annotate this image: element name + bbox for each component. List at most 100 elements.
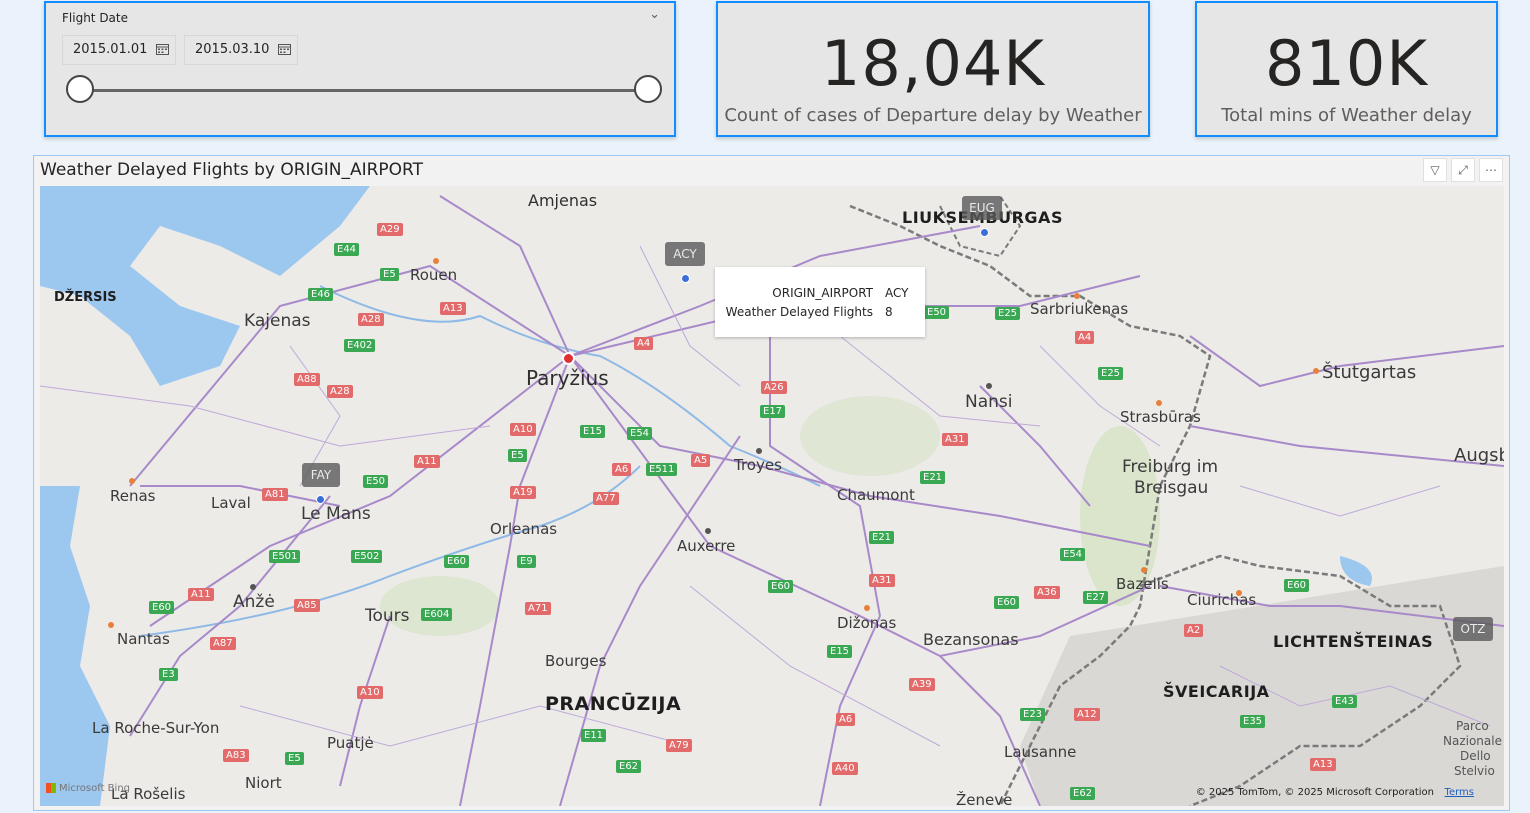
road-shield: A5 (691, 454, 711, 467)
road-shield: A26 (761, 381, 787, 394)
road-shield: E54 (627, 427, 653, 440)
city-dot (1074, 293, 1080, 299)
road-shield: E62 (1070, 787, 1096, 800)
place-label: Dello (1460, 749, 1491, 763)
place-label: Tours (365, 606, 410, 626)
map-visual: Weather Delayed Flights by ORIGIN_AIRPOR… (33, 155, 1510, 811)
airport-pin[interactable] (980, 228, 989, 237)
road-shield: E60 (149, 601, 175, 614)
place-label: Augsb (1454, 445, 1504, 466)
airport-marker[interactable]: OTZ (1453, 617, 1493, 641)
kpi-card-weather-delay-minutes: 810K Total mins of Weather delay (1195, 1, 1498, 137)
place-label: Strasbūras (1120, 408, 1201, 426)
map-canvas[interactable]: Amjenas Rouen Kajenas DŽERSIS Paryžius R… (40, 186, 1504, 806)
road-shield: E502 (351, 550, 383, 563)
airport-pin[interactable] (681, 274, 690, 283)
city-dot (1141, 567, 1147, 573)
place-label: Troyes (734, 456, 782, 474)
road-shield: A29 (377, 223, 403, 236)
city-dot (108, 622, 114, 628)
road-shield: A10 (510, 423, 536, 436)
map-tooltip: ORIGIN_AIRPORT ACY Weather Delayed Fligh… (715, 267, 925, 337)
road-shield: A4 (1075, 331, 1095, 344)
calendar-icon[interactable] (156, 44, 169, 55)
kpi-value: 18,04K (820, 27, 1046, 100)
end-date-value: 2015.03.10 (195, 42, 270, 57)
road-shield: E27 (1083, 591, 1109, 604)
road-shield: E501 (269, 550, 301, 563)
airport-marker[interactable]: FAY (302, 463, 340, 487)
city-dot (864, 605, 870, 611)
more-options-icon[interactable]: ⋯ (1479, 158, 1503, 182)
slider-handle-end[interactable] (634, 75, 662, 103)
terms-link[interactable]: Terms (1445, 787, 1474, 798)
road-shield: E35 (1240, 715, 1266, 728)
place-label: Lausanne (1004, 743, 1077, 761)
road-shield: A71 (525, 602, 551, 615)
airport-marker[interactable]: EUG (962, 196, 1002, 220)
city-dot (1236, 590, 1242, 596)
road-shield: E44 (334, 243, 360, 256)
place-label: Dižonas (837, 614, 897, 632)
place-label: Stelvio (1454, 764, 1495, 778)
slider-handle-start[interactable] (66, 75, 94, 103)
kpi-card-weather-delay-count: 18,04K Count of cases of Departure delay… (716, 1, 1150, 137)
road-shield: E3 (159, 668, 178, 681)
road-shield: A88 (294, 373, 320, 386)
place-label: Nazionale (1443, 734, 1502, 748)
place-label: Sarbriukenas (1030, 300, 1129, 318)
place-label: Renas (110, 487, 156, 505)
slicer-title: Flight Date (62, 11, 128, 25)
date-slicer: Flight Date ⌄ 2015.01.01 2015.03.10 (44, 1, 676, 137)
city-dot (1156, 400, 1162, 406)
road-shield: E604 (421, 608, 453, 621)
road-shield: E50 (363, 475, 389, 488)
road-shield: E9 (517, 555, 536, 568)
bing-text: Microsoft Bing (59, 783, 131, 794)
calendar-icon[interactable] (278, 44, 291, 55)
road-shield: E23 (1020, 708, 1046, 721)
road-shield: E60 (1284, 579, 1310, 592)
filter-icon[interactable]: ▽ (1423, 158, 1447, 182)
tooltip-key: Weather Delayed Flights (725, 305, 873, 319)
road-shield: A39 (909, 678, 935, 691)
place-label: Parco (1456, 719, 1489, 733)
start-date-input[interactable]: 2015.01.01 (62, 35, 176, 65)
place-label: Nansi (965, 392, 1013, 412)
road-shield: A28 (327, 385, 353, 398)
bing-logo: Microsoft Bing (46, 783, 130, 794)
slider-track[interactable] (80, 89, 650, 92)
airport-marker[interactable]: ACY (665, 242, 705, 266)
road-shield: A13 (1310, 758, 1336, 771)
road-shield: A40 (832, 762, 858, 775)
road-shield: E11 (581, 729, 607, 742)
place-label: Bazelis (1116, 575, 1169, 593)
road-shield: E15 (580, 425, 606, 438)
place-label: Bourges (545, 652, 607, 670)
road-shield: E21 (869, 531, 895, 544)
visual-header-icons: ▽ ⤢ ⋯ (1423, 158, 1503, 182)
place-label: Breisgau (1134, 478, 1209, 498)
road-shield: E21 (920, 471, 946, 484)
airport-pin[interactable] (316, 495, 325, 504)
place-label: LICHTENŠTEINAS (1273, 632, 1434, 651)
road-shield: A87 (210, 637, 236, 650)
road-shield: E5 (380, 268, 399, 281)
road-shield: A2 (1184, 624, 1204, 637)
tooltip-key: ORIGIN_AIRPORT (772, 286, 873, 300)
start-date-value: 2015.01.01 (73, 42, 148, 57)
chevron-down-icon[interactable]: ⌄ (649, 7, 660, 22)
place-label: DŽERSIS (54, 290, 117, 305)
city-dot (986, 383, 992, 389)
city-dot (756, 448, 762, 454)
focus-mode-icon[interactable]: ⤢ (1451, 158, 1475, 182)
road-shield: E15 (827, 645, 853, 658)
place-label: Amjenas (528, 191, 598, 210)
road-shield: A79 (666, 739, 692, 752)
end-date-input[interactable]: 2015.03.10 (184, 35, 298, 65)
road-shield: A12 (1074, 708, 1100, 721)
place-label: Chaumont (837, 486, 915, 504)
city-dot (1313, 368, 1319, 374)
road-shield: A28 (358, 313, 384, 326)
road-shield: E17 (760, 405, 786, 418)
